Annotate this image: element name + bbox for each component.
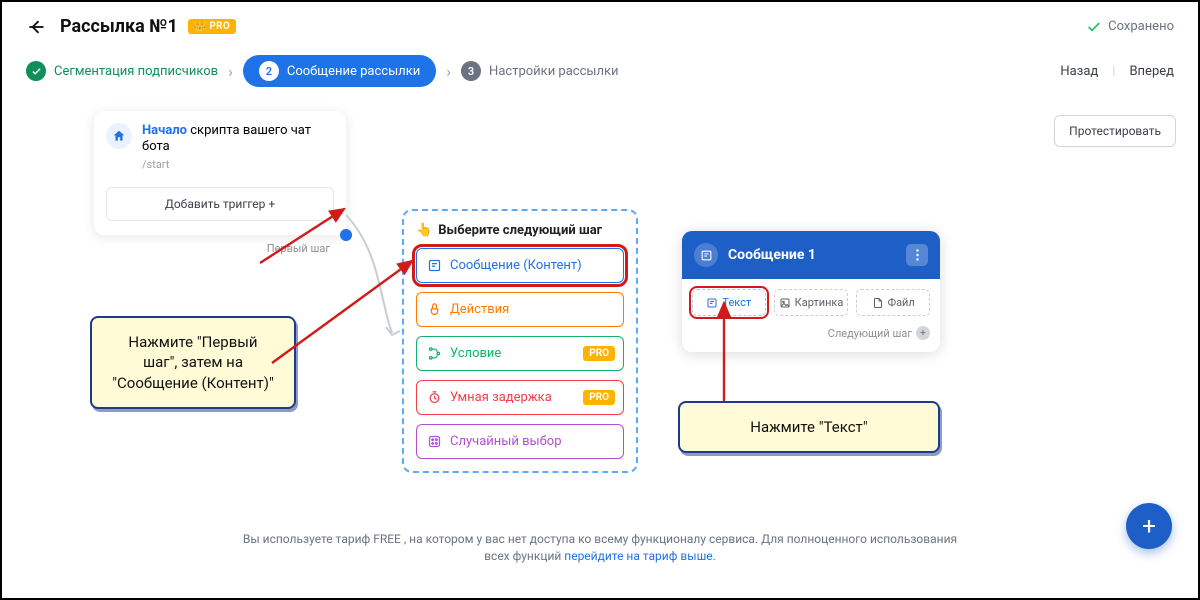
home-icon [106,123,132,149]
step-message[interactable]: 2 Сообщение рассылки [243,55,436,87]
back-arrow-icon[interactable] [26,17,46,37]
chip-file[interactable]: Файл [856,289,930,316]
option-message-content[interactable]: Сообщение (Контент) [416,248,624,283]
stepper: Сегментация подписчиков › 2 Сообщение ра… [2,47,1198,101]
first-step-label: Первый шаг [267,242,330,255]
annotation-callout-2: Нажмите "Текст" [678,401,940,453]
step-settings[interactable]: 3 Настройки рассылки [461,61,619,81]
add-next-step-port[interactable]: + [916,326,930,340]
start-node-title: Начало скрипта вашего чат бота [142,123,334,156]
saved-status: Сохранено [1086,19,1174,35]
message-node-card[interactable]: Сообщение 1 Текст Картинка [682,231,940,352]
start-node-subtitle: /start [142,158,334,171]
chevron-right-icon: › [446,62,451,81]
chip-text[interactable]: Текст [692,289,766,316]
upgrade-tariff-link[interactable]: перейдите на тариф выше. [564,549,716,563]
add-trigger-button[interactable]: Добавить триггер + [106,187,334,221]
choose-next-step-card: 👆 Выберите следующий шаг Сообщение (Конт… [402,209,638,473]
check-icon [1086,19,1102,35]
node-menu-button[interactable] [906,244,928,266]
message-icon [694,243,718,267]
test-button[interactable]: Протестировать [1054,115,1176,147]
nav-back-button[interactable]: Назад [1060,64,1098,79]
option-condition[interactable]: Условие PRO [416,336,624,371]
first-step-port[interactable] [340,229,352,241]
nav-forward-button[interactable]: Вперед [1129,64,1174,79]
tariff-notice: Вы используете тариф FREE , на котором у… [2,525,1198,571]
pro-badge: PRO [583,390,615,405]
option-smart-delay[interactable]: Умная задержка PRO [416,380,624,415]
page-title: Рассылка №1 [60,16,178,37]
option-actions[interactable]: Действия [416,292,624,327]
step-segmentation[interactable]: Сегментация подписчиков [26,61,218,81]
next-step-label: Следующий шаг + [692,326,930,340]
option-random-choice[interactable]: Случайный выбор [416,424,624,459]
start-node-card[interactable]: Начало скрипта вашего чат бота /start До… [94,111,346,235]
chip-image[interactable]: Картинка [774,289,849,316]
pointer-icon: 👆 [416,223,432,238]
annotation-callout-1: Нажмите "Первый шаг", затем на "Сообщени… [90,316,296,409]
pro-badge: 👑 PRO [188,19,236,34]
pro-badge: PRO [583,346,615,361]
message-node-title: Сообщение 1 [728,247,896,263]
chevron-right-icon: › [228,62,233,81]
add-node-fab[interactable]: + [1126,503,1172,549]
